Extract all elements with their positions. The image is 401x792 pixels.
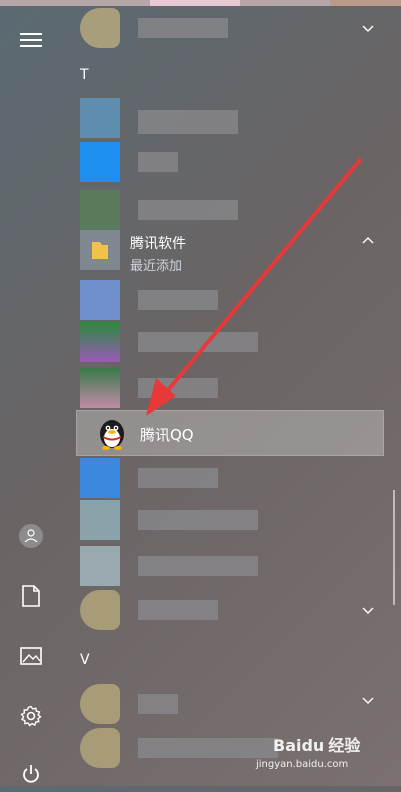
annotation-arrow bbox=[146, 158, 362, 416]
baidu-watermark: Baidu 经验 jingyan.baidu.com bbox=[256, 732, 361, 770]
watermark-url: jingyan.baidu.com bbox=[256, 759, 349, 770]
baidu-suffix: 经验 bbox=[328, 736, 361, 755]
baidu-brand: Baidu bbox=[273, 736, 325, 755]
